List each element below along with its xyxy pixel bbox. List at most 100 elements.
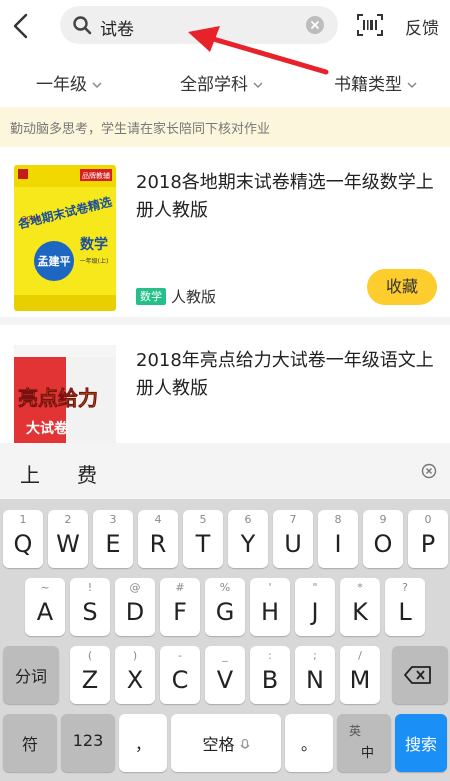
key-symbol: 1 bbox=[19, 513, 27, 526]
period-key[interactable]: 。 bbox=[285, 714, 333, 772]
chevron-down-icon bbox=[92, 82, 102, 89]
symbols-key[interactable]: 符 bbox=[3, 714, 57, 772]
key-symbol: 6 bbox=[244, 513, 252, 526]
key-symbol: ) bbox=[132, 649, 138, 662]
collect-button[interactable]: 收藏 bbox=[367, 269, 437, 305]
key-v[interactable]: _ V bbox=[205, 646, 245, 704]
grade-filter[interactable]: 一年级 bbox=[36, 70, 103, 95]
key-x[interactable]: ) X bbox=[115, 646, 155, 704]
subject-filter-label: 全部学科 bbox=[180, 75, 248, 95]
subject-filter[interactable]: 全部学科 bbox=[180, 70, 264, 95]
key-t[interactable]: 5T bbox=[183, 510, 223, 568]
key-e[interactable]: 3E bbox=[93, 510, 133, 568]
key-letter: Z bbox=[81, 666, 99, 694]
key-symbol: ~ bbox=[40, 581, 50, 594]
key-symbol: - bbox=[178, 649, 182, 662]
backspace-key[interactable] bbox=[392, 646, 448, 704]
book-list-item[interactable]: 品牌教辅 2018 各地期末试卷精选 孟建平 数学 一年级(上) 2018各地期… bbox=[0, 147, 450, 325]
key-letter: L bbox=[398, 598, 412, 626]
key-w[interactable]: 2W bbox=[48, 510, 88, 568]
book-cover-image: 品牌教辅 2018 各地期末试卷精选 孟建平 数学 一年级(上) bbox=[14, 165, 116, 311]
key-y[interactable]: 6Y bbox=[228, 510, 268, 568]
book-title[interactable]: 2018各地期末试卷精选一年级数学上册人教版 bbox=[136, 169, 440, 225]
key-f[interactable]: # F bbox=[160, 578, 200, 636]
key-letter: C bbox=[171, 666, 189, 694]
comma-key[interactable]: ， bbox=[119, 714, 167, 772]
key-g[interactable]: % G bbox=[205, 578, 245, 636]
key-u[interactable]: 7U bbox=[273, 510, 313, 568]
candidate-word[interactable]: 上 bbox=[20, 459, 40, 488]
key-n[interactable]: ; N bbox=[295, 646, 335, 704]
key-symbol: 8 bbox=[334, 513, 342, 526]
key-j[interactable]: " J bbox=[295, 578, 335, 636]
book-cover[interactable]: 亮点给力 大试卷 bbox=[14, 345, 116, 445]
key-letter: E bbox=[105, 530, 121, 558]
lang-zh-label: 中 bbox=[361, 746, 375, 761]
key-c[interactable]: -C bbox=[160, 646, 200, 704]
candidate-word[interactable]: 费 bbox=[77, 459, 97, 488]
language-toggle-key[interactable]: 英中 bbox=[337, 714, 391, 772]
key-m[interactable]: / M bbox=[340, 646, 380, 704]
key-symbol: ! bbox=[87, 581, 93, 594]
svg-text:数学: 数学 bbox=[80, 236, 108, 253]
key-letter: J bbox=[311, 598, 319, 626]
numbers-key[interactable]: 123 bbox=[61, 714, 115, 772]
book-cover[interactable]: 品牌教辅 2018 各地期末试卷精选 孟建平 数学 一年级(上) bbox=[14, 165, 116, 311]
key-b[interactable]: :B bbox=[250, 646, 290, 704]
key-letter: W bbox=[56, 530, 80, 558]
key-letter: P bbox=[420, 530, 436, 558]
book-cover-image: 亮点给力 大试卷 bbox=[14, 345, 116, 445]
book-list-item[interactable]: 亮点给力 大试卷 2018年亮点给力大试卷一年级语文上册人教版 bbox=[0, 325, 450, 445]
book-type-filter[interactable]: 书籍类型 bbox=[334, 70, 418, 95]
notice-banner: 勤动脑多思考，学生请在家长陪同下核对作业 bbox=[0, 107, 450, 147]
book-title[interactable]: 2018年亮点给力大试卷一年级语文上册人教版 bbox=[136, 347, 440, 403]
segment-key[interactable]: 分词 bbox=[3, 646, 59, 704]
backspace-icon bbox=[404, 666, 431, 684]
key-i[interactable]: 8I bbox=[318, 510, 358, 568]
microphone-icon bbox=[240, 738, 250, 749]
search-query[interactable]: 试卷 bbox=[100, 15, 134, 40]
key-symbol: * bbox=[357, 581, 363, 594]
key-letter: U bbox=[284, 530, 302, 558]
key-letter: R bbox=[149, 530, 167, 558]
key-symbol: @ bbox=[129, 581, 141, 594]
key-symbol: % bbox=[219, 581, 231, 594]
key-letter: F bbox=[173, 598, 187, 626]
key-a[interactable]: ~ A bbox=[25, 578, 65, 636]
search-submit-label: 搜索 bbox=[404, 735, 437, 754]
key-symbol: _ bbox=[222, 649, 228, 662]
key-l[interactable]: ? L bbox=[385, 578, 425, 636]
key-letter: Q bbox=[13, 530, 33, 558]
key-h[interactable]: ' H bbox=[250, 578, 290, 636]
publisher-label: 人教版 bbox=[171, 288, 217, 306]
chevron-down-icon bbox=[407, 82, 417, 89]
scan-barcode-button[interactable] bbox=[356, 13, 384, 37]
key-o[interactable]: 9O bbox=[363, 510, 403, 568]
segment-key-label: 分词 bbox=[14, 667, 47, 686]
key-k[interactable]: * K bbox=[340, 578, 380, 636]
collapse-candidates-icon[interactable] bbox=[421, 463, 437, 479]
key-letter: N bbox=[306, 666, 324, 694]
search-icon bbox=[73, 16, 92, 35]
lang-en-label: 英 bbox=[349, 724, 362, 738]
key-symbol: 9 bbox=[379, 513, 387, 526]
search-submit-key[interactable]: 搜索 bbox=[395, 714, 447, 772]
chevron-down-icon bbox=[253, 82, 263, 89]
key-letter: O bbox=[373, 530, 393, 558]
feedback-button[interactable]: 反馈 bbox=[405, 14, 439, 39]
key-q[interactable]: 1Q bbox=[3, 510, 43, 568]
key-letter: S bbox=[82, 598, 98, 626]
space-key-label: 空格 bbox=[171, 731, 281, 755]
key-letter: H bbox=[260, 598, 280, 626]
subject-tag: 数学 bbox=[136, 288, 166, 305]
space-key[interactable]: 空格 bbox=[171, 714, 281, 772]
notice-text: 勤动脑多思考，学生请在家长陪同下核对作业 bbox=[10, 122, 271, 137]
key-s[interactable]: ! S bbox=[70, 578, 110, 636]
key-symbol: 3 bbox=[109, 513, 117, 526]
key-d[interactable]: @ D bbox=[115, 578, 155, 636]
key-symbol: 0 bbox=[424, 513, 432, 526]
key-z[interactable]: (Z bbox=[70, 646, 110, 704]
back-button[interactable] bbox=[8, 10, 36, 42]
key-r[interactable]: 4R bbox=[138, 510, 178, 568]
key-p[interactable]: 0P bbox=[408, 510, 448, 568]
